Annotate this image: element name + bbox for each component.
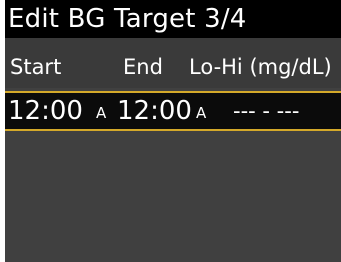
target-row-selected[interactable]: 12:00 A 12:00 A --- - ---	[5, 91, 341, 131]
column-header-row: Start End Lo-Hi (mg/dL)	[5, 38, 341, 88]
bg-range-value[interactable]: --- - ---	[233, 99, 299, 123]
column-header-range: Lo-Hi (mg/dL)	[189, 55, 332, 79]
page-title: Edit BG Target 3/4	[8, 4, 247, 34]
device-screen: Edit BG Target 3/4 Start End Lo-Hi (mg/d…	[5, 0, 341, 262]
column-header-start: Start	[10, 55, 62, 79]
empty-list-area	[5, 131, 341, 262]
end-time-period: A	[196, 104, 207, 122]
end-time-value[interactable]: 12:00	[117, 96, 192, 126]
column-header-end: End	[123, 55, 163, 79]
start-time-value[interactable]: 12:00	[8, 96, 83, 126]
title-bar: Edit BG Target 3/4	[5, 0, 341, 38]
start-time-period: A	[96, 104, 107, 122]
